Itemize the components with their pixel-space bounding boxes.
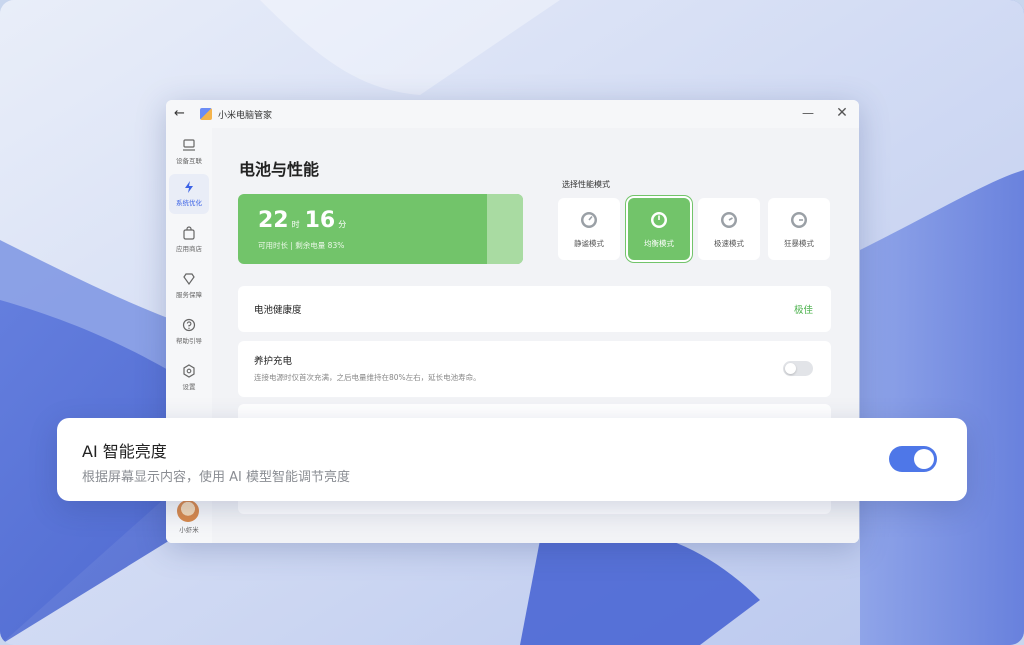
settings-icon bbox=[183, 364, 195, 378]
sidebar-item-device-connect[interactable]: 设备互联 bbox=[169, 132, 209, 172]
title-bar: ← 小米电脑管家 — ✕ bbox=[166, 100, 859, 128]
ai-brightness-toggle[interactable] bbox=[889, 446, 937, 472]
battery-hours-unit: 时 bbox=[291, 220, 300, 229]
mode-quiet[interactable]: 静谧模式 bbox=[558, 198, 620, 260]
help-icon bbox=[182, 318, 196, 332]
care-charge-title: 养护充电 bbox=[254, 356, 293, 367]
battery-hours: 22 bbox=[258, 208, 289, 233]
avatar[interactable] bbox=[177, 500, 199, 522]
mode-name: 极速模式 bbox=[714, 239, 744, 248]
mode-balanced[interactable]: 均衡模式 bbox=[628, 198, 690, 260]
app-logo-icon bbox=[200, 108, 212, 120]
minimize-button[interactable]: — bbox=[800, 106, 816, 122]
mode-name: 狂暴模式 bbox=[784, 239, 814, 248]
app-title: 小米电脑管家 bbox=[218, 110, 273, 121]
battery-minutes-unit: 分 bbox=[338, 220, 347, 229]
sidebar-item-label: 设备互联 bbox=[176, 157, 202, 165]
care-charge-toggle[interactable] bbox=[783, 361, 813, 376]
battery-health-title: 电池健康度 bbox=[254, 305, 302, 316]
battery-health-row[interactable]: 电池健康度 极佳 bbox=[238, 286, 831, 332]
mode-name: 均衡模式 bbox=[644, 239, 674, 248]
gauge-icon bbox=[651, 212, 667, 228]
store-bag-icon bbox=[183, 226, 195, 240]
battery-minutes: 16 bbox=[304, 208, 336, 233]
page-title: 电池与性能 bbox=[239, 160, 320, 179]
sidebar-item-system-optimize[interactable]: 系统优化 bbox=[169, 174, 209, 214]
performance-mode-label: 选择性能模式 bbox=[562, 180, 610, 189]
sidebar-item-settings[interactable]: 设置 bbox=[169, 358, 209, 398]
battery-time: 22 时 16 分 bbox=[258, 208, 351, 233]
device-connect-icon bbox=[183, 139, 195, 151]
care-charge-row: 养护充电 连接电源时仅首次充满，之后电量维持在80%左右，延长电池寿命。 bbox=[238, 341, 831, 397]
mode-beast[interactable]: 狂暴模式 bbox=[768, 198, 830, 260]
close-button[interactable]: ✕ bbox=[834, 106, 850, 122]
gauge-icon bbox=[721, 212, 737, 228]
mode-name: 静谧模式 bbox=[574, 239, 604, 248]
sidebar-item-app-store[interactable]: 应用商店 bbox=[169, 220, 209, 260]
sidebar-item-service[interactable]: 服务保障 bbox=[169, 266, 209, 306]
lightning-icon bbox=[185, 181, 193, 193]
ai-brightness-title: AI 智能亮度 bbox=[82, 442, 167, 461]
back-arrow-icon[interactable]: ← bbox=[174, 107, 188, 121]
battery-subtitle: 可用时长 | 剩余电量 83% bbox=[258, 241, 345, 250]
ai-brightness-card: AI 智能亮度 根据屏幕显示内容，使用 AI 模型智能调节亮度 bbox=[57, 418, 967, 501]
sidebar-item-label: 服务保障 bbox=[176, 291, 202, 299]
sidebar-item-label: 设置 bbox=[182, 383, 196, 391]
sidebar-item-label: 系统优化 bbox=[176, 199, 202, 207]
battery-level-bar bbox=[487, 194, 523, 264]
gauge-icon bbox=[581, 212, 597, 228]
battery-health-value: 极佳 bbox=[793, 305, 813, 316]
gauge-icon bbox=[791, 212, 807, 228]
toggle-knob bbox=[914, 449, 934, 469]
mode-fast[interactable]: 极速模式 bbox=[698, 198, 760, 260]
user-name: 小虾米 bbox=[179, 526, 199, 534]
battery-card: 22 时 16 分 可用时长 | 剩余电量 83% bbox=[238, 194, 523, 264]
ai-brightness-description: 根据屏幕显示内容，使用 AI 模型智能调节亮度 bbox=[82, 470, 350, 485]
care-charge-description: 连接电源时仅首次充满，之后电量维持在80%左右，延长电池寿命。 bbox=[254, 373, 481, 382]
toggle-knob bbox=[785, 363, 796, 374]
sidebar-item-label: 应用商店 bbox=[176, 245, 202, 253]
diamond-icon bbox=[183, 273, 195, 286]
sidebar-item-label: 帮助引导 bbox=[176, 337, 202, 345]
sidebar-item-help[interactable]: 帮助引导 bbox=[169, 312, 209, 352]
